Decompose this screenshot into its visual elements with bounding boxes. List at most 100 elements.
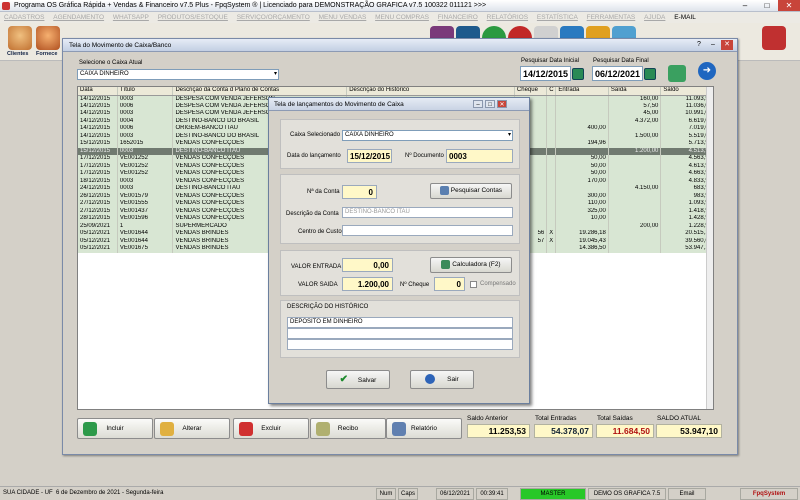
dialog-maximize-button[interactable]: □ <box>485 100 495 108</box>
table-cell <box>546 110 557 118</box>
documento-input[interactable]: 0003 <box>446 149 513 163</box>
menu-financeiro[interactable]: FINANCEIRO <box>438 14 478 21</box>
pesquisar-contas-button[interactable]: Pesquisar Contas <box>430 183 512 199</box>
table-cell: 14/12/2015 <box>78 102 118 110</box>
salvar-button[interactable]: ✔ Salvar <box>326 370 390 389</box>
compensado-checkbox[interactable] <box>470 281 477 288</box>
salvar-label: Salvar <box>357 377 377 384</box>
clientes-icon[interactable] <box>8 26 32 50</box>
menu-ferramentas[interactable]: FERRAMENTAS <box>587 14 636 21</box>
menu-relatorios[interactable]: RELATÓRIOS <box>487 14 528 21</box>
menu-estatistica[interactable]: ESTATÍSTICA <box>537 14 578 21</box>
conta-num-input[interactable]: 0 <box>342 185 377 199</box>
search-end-date[interactable]: 06/12/2021 <box>592 66 643 81</box>
table-cell: 194,96 <box>555 140 609 148</box>
relatorio-button[interactable]: Relatório <box>386 418 462 439</box>
menu-vendas[interactable]: MENU VENDAS <box>319 14 367 21</box>
main-minimize-button[interactable]: – <box>707 40 719 50</box>
centro-custo-input[interactable] <box>342 225 513 236</box>
calendar-icon[interactable] <box>572 68 584 80</box>
exit-icon[interactable] <box>762 26 786 50</box>
fornecedores-icon[interactable] <box>36 26 60 50</box>
table-cell: 17/12/2015 <box>78 155 118 163</box>
status-email[interactable]: Email <box>668 488 706 500</box>
incluir-label: Incluir <box>106 425 124 432</box>
excluir-label: Excluir <box>261 425 281 432</box>
table-cell: VE001252 <box>117 162 174 170</box>
menu-compras[interactable]: MENU COMPRAS <box>375 14 429 21</box>
dialog-close-button[interactable]: ✕ <box>497 100 507 108</box>
menu-whatsapp[interactable]: WHATSAPP <box>113 14 149 21</box>
historico-line-2[interactable] <box>287 328 513 339</box>
menu-email[interactable]: E-MAIL <box>674 14 696 21</box>
excluir-button[interactable]: Excluir <box>233 418 309 439</box>
table-cell: 4.372,00 <box>608 117 662 125</box>
dialog-minimize-button[interactable]: – <box>473 100 483 108</box>
table-cell <box>555 185 609 193</box>
col-saida[interactable]: Saída <box>608 87 662 96</box>
table-cell: X <box>546 230 557 238</box>
alterar-button[interactable]: Alterar <box>154 418 230 439</box>
table-cell: 10,00 <box>555 215 609 223</box>
recibo-button[interactable]: Recibo <box>310 418 386 439</box>
main-close-button[interactable]: ✕ <box>721 40 733 50</box>
historico-line-3[interactable] <box>287 339 513 350</box>
table-cell <box>608 192 662 200</box>
table-cell: 14/12/2015 <box>78 95 118 103</box>
minimize-button[interactable]: – <box>734 0 756 11</box>
col-c[interactable]: C <box>546 87 557 96</box>
menu-cadastros[interactable]: CADASTROS <box>4 14 44 21</box>
col-historico[interactable]: Descrição do Histórico <box>346 87 515 96</box>
historico-line-1[interactable]: DEPOSITO EM DINHEIRO <box>287 317 513 328</box>
table-cell <box>546 117 557 125</box>
table-cell: 05/12/2021 <box>78 230 118 238</box>
search-end-label: Pesquisar Data Final <box>593 58 649 64</box>
pesquisar-contas-label: Pesquisar Contas <box>450 187 503 194</box>
select-caixa-label: Selecione o Caixa Atual <box>79 60 143 66</box>
table-cell: 15/12/2015 <box>78 147 118 155</box>
table-cell: 1.500,00 <box>608 132 662 140</box>
table-cell: 1652015 <box>117 140 174 148</box>
menu-ajuda[interactable]: AJUDA <box>644 14 665 21</box>
sair-button[interactable]: Sair <box>410 370 474 389</box>
relatorio-label: Relatório <box>410 425 437 432</box>
table-cell: 0003 <box>117 95 174 103</box>
col-titulo[interactable]: Título <box>117 87 174 96</box>
valor-saida-input[interactable]: 1.200,00 <box>342 277 393 291</box>
maximize-button[interactable]: □ <box>756 0 778 11</box>
table-cell: 14/12/2015 <box>78 132 118 140</box>
calendar-icon[interactable] <box>644 68 656 80</box>
refresh-icon[interactable] <box>668 65 686 82</box>
search-start-date[interactable]: 14/12/2015 <box>520 66 571 81</box>
table-cell <box>546 222 557 230</box>
menu-produtos[interactable]: PRODUTOS/ESTOQUE <box>158 14 228 21</box>
data-lancamento-label: Data do lançamento <box>287 153 341 159</box>
valor-entrada-input[interactable]: 0,00 <box>342 258 393 272</box>
table-cell: 27/12/2015 <box>78 207 118 215</box>
table-cell <box>546 162 557 170</box>
table-scrollbar[interactable] <box>706 87 713 409</box>
table-cell: VE001555 <box>117 200 174 208</box>
menu-agendamento[interactable]: AGENDAMENTO <box>53 14 104 21</box>
incluir-button[interactable]: Incluir <box>77 418 153 439</box>
help-icon[interactable]: ? <box>693 40 705 50</box>
calculadora-button[interactable]: Calculadora (F2) <box>430 257 512 273</box>
col-cheque[interactable]: Cheque <box>514 87 548 96</box>
caixa-select-value: CAIXA DINHEIRO <box>80 71 129 77</box>
desc-conta-input[interactable]: DESTINO-BANCO ITAU <box>342 207 513 218</box>
main-window-title: Tela do Movimento de Caixa/Banco <box>63 39 737 52</box>
table-cell <box>546 200 557 208</box>
menu-servico[interactable]: SERVIÇO/ORÇAMENTO <box>237 14 310 21</box>
close-button[interactable]: ✕ <box>778 0 800 11</box>
saldo-atual-value: 53.947,10 <box>656 424 722 438</box>
saldo-atual-label: SALDO ATUAL <box>657 415 701 422</box>
cheque-input[interactable]: 0 <box>434 277 465 291</box>
dialog-caixa-select[interactable]: CAIXA DINHEIRO ▾ <box>342 130 513 141</box>
data-lancamento-input[interactable]: 15/12/2015 <box>347 149 392 163</box>
col-conta[interactable]: Descrição da Conta d Plano de Contas <box>172 87 348 96</box>
col-entrada[interactable]: Entrada <box>555 87 609 96</box>
table-cell <box>546 170 557 178</box>
go-arrow-icon[interactable]: ➜ <box>698 62 716 80</box>
caixa-select[interactable]: CAIXA DINHEIRO ▾ <box>77 69 279 80</box>
col-data[interactable]: Data <box>78 87 118 96</box>
